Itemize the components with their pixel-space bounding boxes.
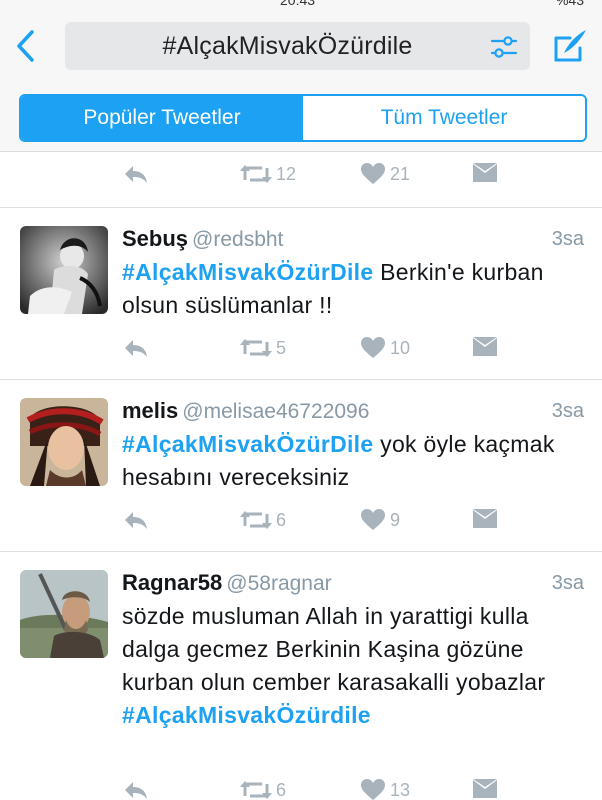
hashtag-link[interactable]: #AlçakMisvakÖzürDile bbox=[122, 259, 373, 285]
retweet-button[interactable]: 6 bbox=[240, 778, 286, 800]
like-count: 9 bbox=[390, 509, 401, 530]
retweet-count: 12 bbox=[276, 163, 297, 184]
heart-icon bbox=[361, 163, 385, 184]
retweet-count: 6 bbox=[276, 509, 287, 530]
user-handle[interactable]: @redsbht bbox=[192, 228, 283, 251]
envelope-icon bbox=[473, 337, 497, 356]
avatar[interactable] bbox=[20, 398, 108, 486]
search-navbar: #AlçakMisvakÖzürdile bbox=[0, 8, 602, 84]
tab-popular-tweets[interactable]: Popüler Tweetler bbox=[21, 96, 303, 140]
avatar[interactable] bbox=[20, 226, 108, 314]
retweet-button[interactable]: 6 bbox=[240, 508, 286, 532]
display-name[interactable]: Ragnar58 bbox=[122, 570, 222, 595]
direct-message-button[interactable] bbox=[472, 778, 498, 800]
retweet-count: 6 bbox=[276, 779, 287, 800]
tweet-text: #AlçakMisvakÖzürDile yok öyle kaçmak hes… bbox=[122, 428, 582, 494]
profile-photo bbox=[20, 570, 108, 658]
retweet-button[interactable]: 5 bbox=[240, 336, 286, 360]
envelope-icon bbox=[473, 509, 497, 528]
retweet-icon bbox=[240, 165, 272, 183]
user-handle[interactable]: @58ragnar bbox=[226, 572, 331, 595]
retweet-count: 5 bbox=[276, 337, 287, 358]
heart-icon bbox=[361, 509, 385, 530]
retweet-icon bbox=[240, 339, 272, 357]
like-button[interactable]: 9 bbox=[360, 508, 400, 532]
tweet-header: Sebuş @redsbht bbox=[122, 226, 283, 252]
avatar[interactable] bbox=[20, 570, 108, 658]
tweet-divider bbox=[0, 551, 602, 552]
like-button[interactable]: 13 bbox=[360, 778, 410, 800]
reply-button[interactable] bbox=[122, 508, 150, 532]
tweet-actions: 12 21 bbox=[122, 162, 502, 192]
tweet-actions: 6 13 bbox=[122, 778, 502, 800]
segmented-control: Popüler Tweetler Tüm Tweetler bbox=[19, 94, 587, 142]
retweet-button[interactable]: 12 bbox=[240, 162, 296, 186]
heart-icon bbox=[361, 337, 385, 358]
direct-message-button[interactable] bbox=[472, 336, 498, 358]
retweet-icon bbox=[240, 781, 272, 799]
search-query: #AlçakMisvakÖzürdile bbox=[162, 32, 413, 60]
tweet-item[interactable]: melis @melisae46722096 3sa #AlçakMisvakÖz… bbox=[0, 398, 602, 548]
direct-message-button[interactable] bbox=[472, 508, 498, 530]
user-handle[interactable]: @melisae46722096 bbox=[182, 400, 369, 423]
tweet-divider bbox=[0, 379, 602, 380]
profile-photo bbox=[20, 398, 108, 486]
sliders-icon bbox=[490, 36, 518, 58]
filter-button[interactable] bbox=[490, 34, 518, 60]
tab-bar: Popüler Tweetler Tüm Tweetler bbox=[0, 84, 602, 152]
battery-level: %43 bbox=[555, 0, 584, 8]
tweet-header: melis @melisae46722096 bbox=[122, 398, 369, 424]
tweet-time: 3sa bbox=[551, 228, 584, 250]
reply-button[interactable] bbox=[122, 162, 150, 186]
tweet-header: Ragnar58 @58ragnar bbox=[122, 570, 332, 596]
search-field[interactable]: #AlçakMisvakÖzürdile bbox=[65, 22, 530, 70]
tweet-time: 3sa bbox=[551, 572, 584, 594]
tweet-item[interactable]: Ragnar58 @58ragnar 3sa sözde musluman All… bbox=[0, 570, 602, 800]
envelope-icon bbox=[473, 779, 497, 798]
tweet-actions: 5 10 bbox=[122, 336, 502, 366]
tweet-text: sözde musluman Allah in yarattigi kulla … bbox=[122, 600, 582, 732]
tweet-actions: 6 9 bbox=[122, 508, 502, 538]
display-name[interactable]: melis bbox=[122, 398, 178, 423]
heart-icon bbox=[361, 779, 385, 800]
like-count: 21 bbox=[390, 163, 411, 184]
profile-photo bbox=[20, 226, 108, 314]
status-time: 20:43 bbox=[280, 0, 316, 8]
retweet-icon bbox=[240, 511, 272, 529]
hashtag-link[interactable]: #AlçakMisvakÖzürdile bbox=[122, 702, 371, 728]
direct-message-button[interactable] bbox=[472, 162, 498, 184]
reply-icon bbox=[125, 782, 147, 799]
reply-icon bbox=[125, 512, 147, 529]
tab-all-tweets[interactable]: Tüm Tweetler bbox=[303, 96, 585, 140]
tweet-text-content: sözde musluman Allah in yarattigi kulla … bbox=[122, 603, 546, 695]
like-count: 13 bbox=[390, 779, 411, 800]
tweet-divider bbox=[0, 207, 602, 208]
reply-icon bbox=[125, 340, 147, 357]
tweet-item[interactable]: Sebuş @redsbht 3sa #AlçakMisvakÖzürDile B… bbox=[0, 226, 602, 376]
tweet-time: 3sa bbox=[551, 400, 584, 422]
envelope-icon bbox=[473, 163, 497, 182]
like-button[interactable]: 10 bbox=[360, 336, 410, 360]
display-name[interactable]: Sebuş bbox=[122, 226, 188, 251]
reply-icon bbox=[125, 166, 147, 183]
like-button[interactable]: 21 bbox=[360, 162, 410, 186]
chevron-left-icon bbox=[17, 30, 34, 62]
reply-button[interactable] bbox=[122, 778, 150, 800]
compose-tweet-button[interactable] bbox=[550, 26, 590, 66]
compose-icon bbox=[554, 30, 586, 62]
tweet-text: #AlçakMisvakÖzürDile Berkin'e kurban ols… bbox=[122, 256, 582, 322]
back-button[interactable] bbox=[10, 26, 44, 66]
like-count: 10 bbox=[390, 337, 411, 358]
status-bar: 20:43 %43 bbox=[0, 0, 602, 8]
reply-button[interactable] bbox=[122, 336, 150, 360]
hashtag-link[interactable]: #AlçakMisvakÖzürDile bbox=[122, 431, 373, 457]
